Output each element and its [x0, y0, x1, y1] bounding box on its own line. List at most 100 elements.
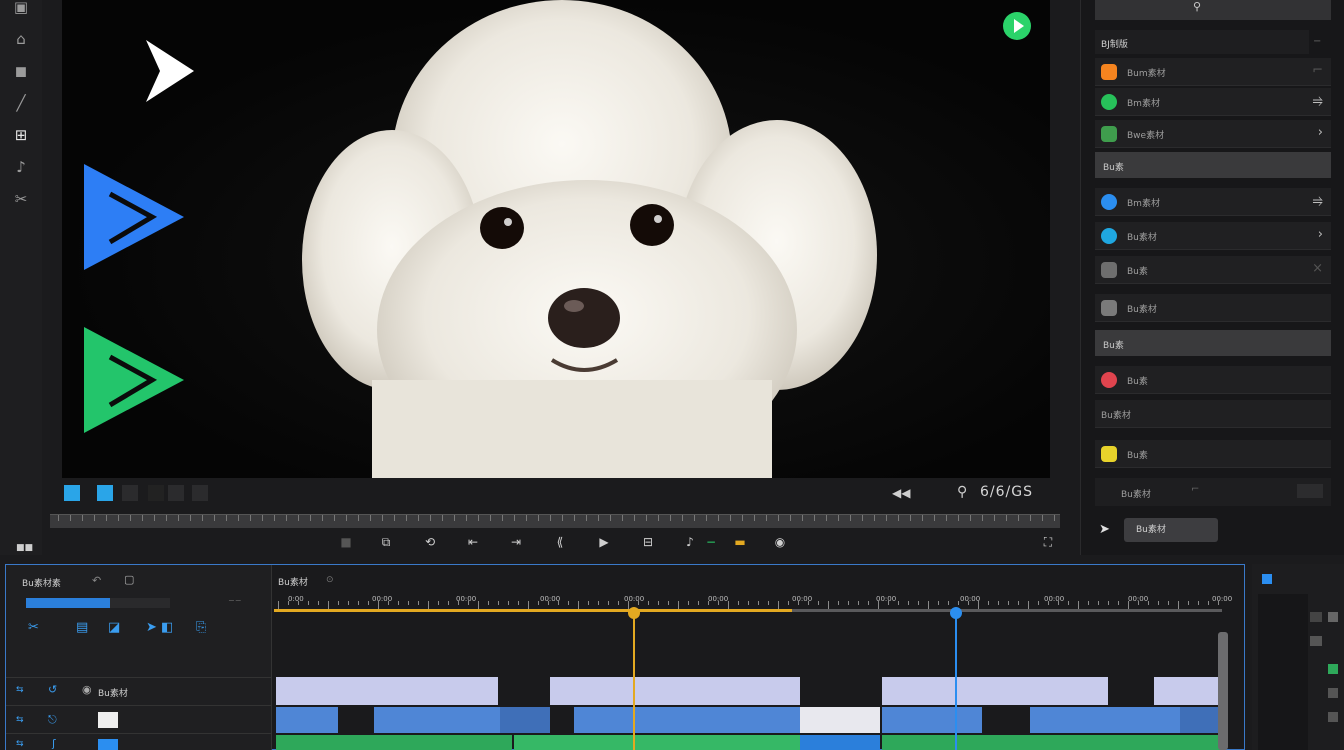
ruler-tick	[922, 515, 923, 521]
ruler-tick	[118, 515, 119, 521]
ruler-tick	[574, 515, 575, 521]
video-clip[interactable]	[1030, 707, 1180, 733]
audio-clip[interactable]	[882, 735, 1222, 750]
loop-icon[interactable]: ⟲	[422, 534, 438, 550]
ruler-tick	[1030, 515, 1031, 521]
razor-icon[interactable]: ✂	[10, 188, 32, 210]
control-square-1[interactable]	[64, 485, 80, 501]
undo-icon[interactable]: ↶	[92, 574, 101, 587]
play-icon[interactable]: ▶	[596, 534, 612, 550]
video-track[interactable]	[274, 707, 1224, 733]
video-clip[interactable]	[500, 707, 550, 733]
select-icon[interactable]: ▣	[10, 0, 32, 18]
track-link-icon[interactable]: ʃ	[52, 737, 56, 750]
video-clip[interactable]	[374, 707, 500, 733]
timeline-scrollbar[interactable]	[1218, 632, 1228, 750]
video-preview[interactable]	[62, 0, 1050, 478]
ruler-tick	[514, 515, 515, 521]
meter-bar	[1328, 612, 1338, 622]
track-lock-icon[interactable]: ⇆	[16, 739, 24, 749]
ruler-tick	[850, 515, 851, 521]
collapse-icon[interactable]: −	[1313, 36, 1321, 47]
fullscreen-icon[interactable]: ⛶	[1040, 534, 1056, 550]
track-lock-icon[interactable]: ⇆	[16, 685, 24, 695]
prev-frame-icon[interactable]: ⧉	[378, 534, 394, 550]
control-square-4[interactable]	[148, 485, 164, 501]
layer-icon[interactable]: ◪	[108, 620, 120, 635]
title-clip[interactable]	[1154, 677, 1222, 705]
panel-item[interactable]: Bm素材 ⥤	[1095, 88, 1331, 116]
razor-tool-icon[interactable]: ✂	[28, 620, 39, 635]
ruler-tick	[1138, 601, 1139, 605]
track-eye-icon[interactable]: ◉	[82, 683, 92, 696]
page-icon[interactable]: ▢	[124, 573, 134, 586]
track-lock-icon[interactable]: ⇆	[16, 715, 24, 725]
meter-panel	[1258, 594, 1308, 750]
film-icon[interactable]: ▤	[76, 620, 88, 635]
stop-icon[interactable]: ■	[338, 534, 354, 550]
pen-icon[interactable]: ╱	[10, 92, 32, 114]
panel-item[interactable]: Bu素材 ›	[1095, 222, 1331, 250]
timeline-tracks[interactable]: Bu素材 ⊙ 0:00 00:00 00:00 00:00 00:00 00:00 00:0…	[274, 565, 1246, 750]
panel-apply-button[interactable]: Bu素材	[1124, 518, 1218, 542]
magnify-icon[interactable]: ⚲	[957, 484, 967, 500]
preview-scrubber[interactable]	[50, 514, 1060, 528]
control-square-6[interactable]	[192, 485, 208, 501]
layers-icon[interactable]: ◼	[10, 60, 32, 82]
rewind-icon[interactable]: ⟪	[552, 534, 568, 550]
zoom-bar[interactable]	[26, 598, 110, 608]
playhead-blue[interactable]	[955, 613, 957, 750]
video-clip[interactable]	[276, 707, 338, 733]
chevron-right-icon: ›	[1317, 125, 1323, 140]
playhead-yellow-handle[interactable]	[628, 607, 640, 619]
title-clip[interactable]	[276, 677, 498, 705]
panel-item[interactable]: Bum素材 ⌐	[1095, 58, 1331, 86]
control-square-2[interactable]	[97, 485, 113, 501]
playhead-blue-handle[interactable]	[950, 607, 962, 619]
video-clip[interactable]	[574, 707, 800, 733]
cursor-icon[interactable]: ➤	[1099, 522, 1110, 537]
panel-item[interactable]: Bu素材	[1095, 400, 1331, 428]
pointer-icon[interactable]: ➤	[146, 620, 157, 635]
audio-clip[interactable]	[514, 735, 800, 750]
mark-out-icon[interactable]: ⇥	[508, 534, 524, 550]
panel-item[interactable]: Bm素材 ⥤	[1095, 188, 1331, 216]
ruler-tick	[318, 601, 319, 605]
white-clip[interactable]	[800, 707, 880, 733]
audio-clip-blue[interactable]	[800, 735, 880, 750]
volume-icon[interactable]: ◀◀	[892, 486, 910, 500]
audio-icon[interactable]: ♪	[10, 156, 32, 178]
video-clip[interactable]	[882, 707, 982, 733]
mark-in-icon[interactable]: ⇤	[465, 534, 481, 550]
forward-icon[interactable]: ⊟	[640, 534, 656, 550]
track-link-icon[interactable]: ↺	[48, 683, 57, 696]
text-icon[interactable]: ⊞	[10, 124, 32, 146]
control-square-3[interactable]	[122, 485, 138, 501]
crop-icon[interactable]: ⌂	[10, 28, 32, 50]
ruler-tick	[322, 515, 323, 521]
preview-play-button[interactable]	[1003, 12, 1031, 40]
small-toggle[interactable]	[1297, 484, 1323, 498]
control-square-5[interactable]	[168, 485, 184, 501]
audio-track[interactable]	[274, 735, 1224, 750]
panel-item[interactable]: Bu素	[1095, 366, 1331, 394]
volume-slider-icon[interactable]: ◉	[772, 534, 788, 550]
title-track[interactable]	[274, 677, 1224, 705]
panel-item[interactable]: Bu素 ×	[1095, 256, 1331, 284]
playhead-yellow[interactable]	[633, 613, 635, 750]
export-icon[interactable]: ⎘	[196, 620, 206, 635]
audio-clip[interactable]	[276, 735, 512, 750]
panel-item[interactable]: Bu素	[1095, 440, 1331, 468]
panel-bottom-row[interactable]: Bu素材 ⌐	[1095, 478, 1331, 506]
track-link-icon[interactable]: ⎋	[48, 713, 57, 727]
zoom-bar-rest[interactable]	[110, 598, 170, 608]
panel-search[interactable]: ⚲	[1095, 0, 1331, 20]
title-clip[interactable]	[550, 677, 800, 705]
trim-icon[interactable]: ◧	[161, 620, 173, 635]
panel-item[interactable]: Bu素材	[1095, 294, 1331, 322]
audio-toggle-icon[interactable]: ♪	[682, 534, 698, 550]
level-icon[interactable]: ▬	[728, 534, 752, 550]
panel-item[interactable]: Bwe素材 ›	[1095, 120, 1331, 148]
title-clip[interactable]	[882, 677, 1108, 705]
ruler-tick	[94, 515, 95, 521]
